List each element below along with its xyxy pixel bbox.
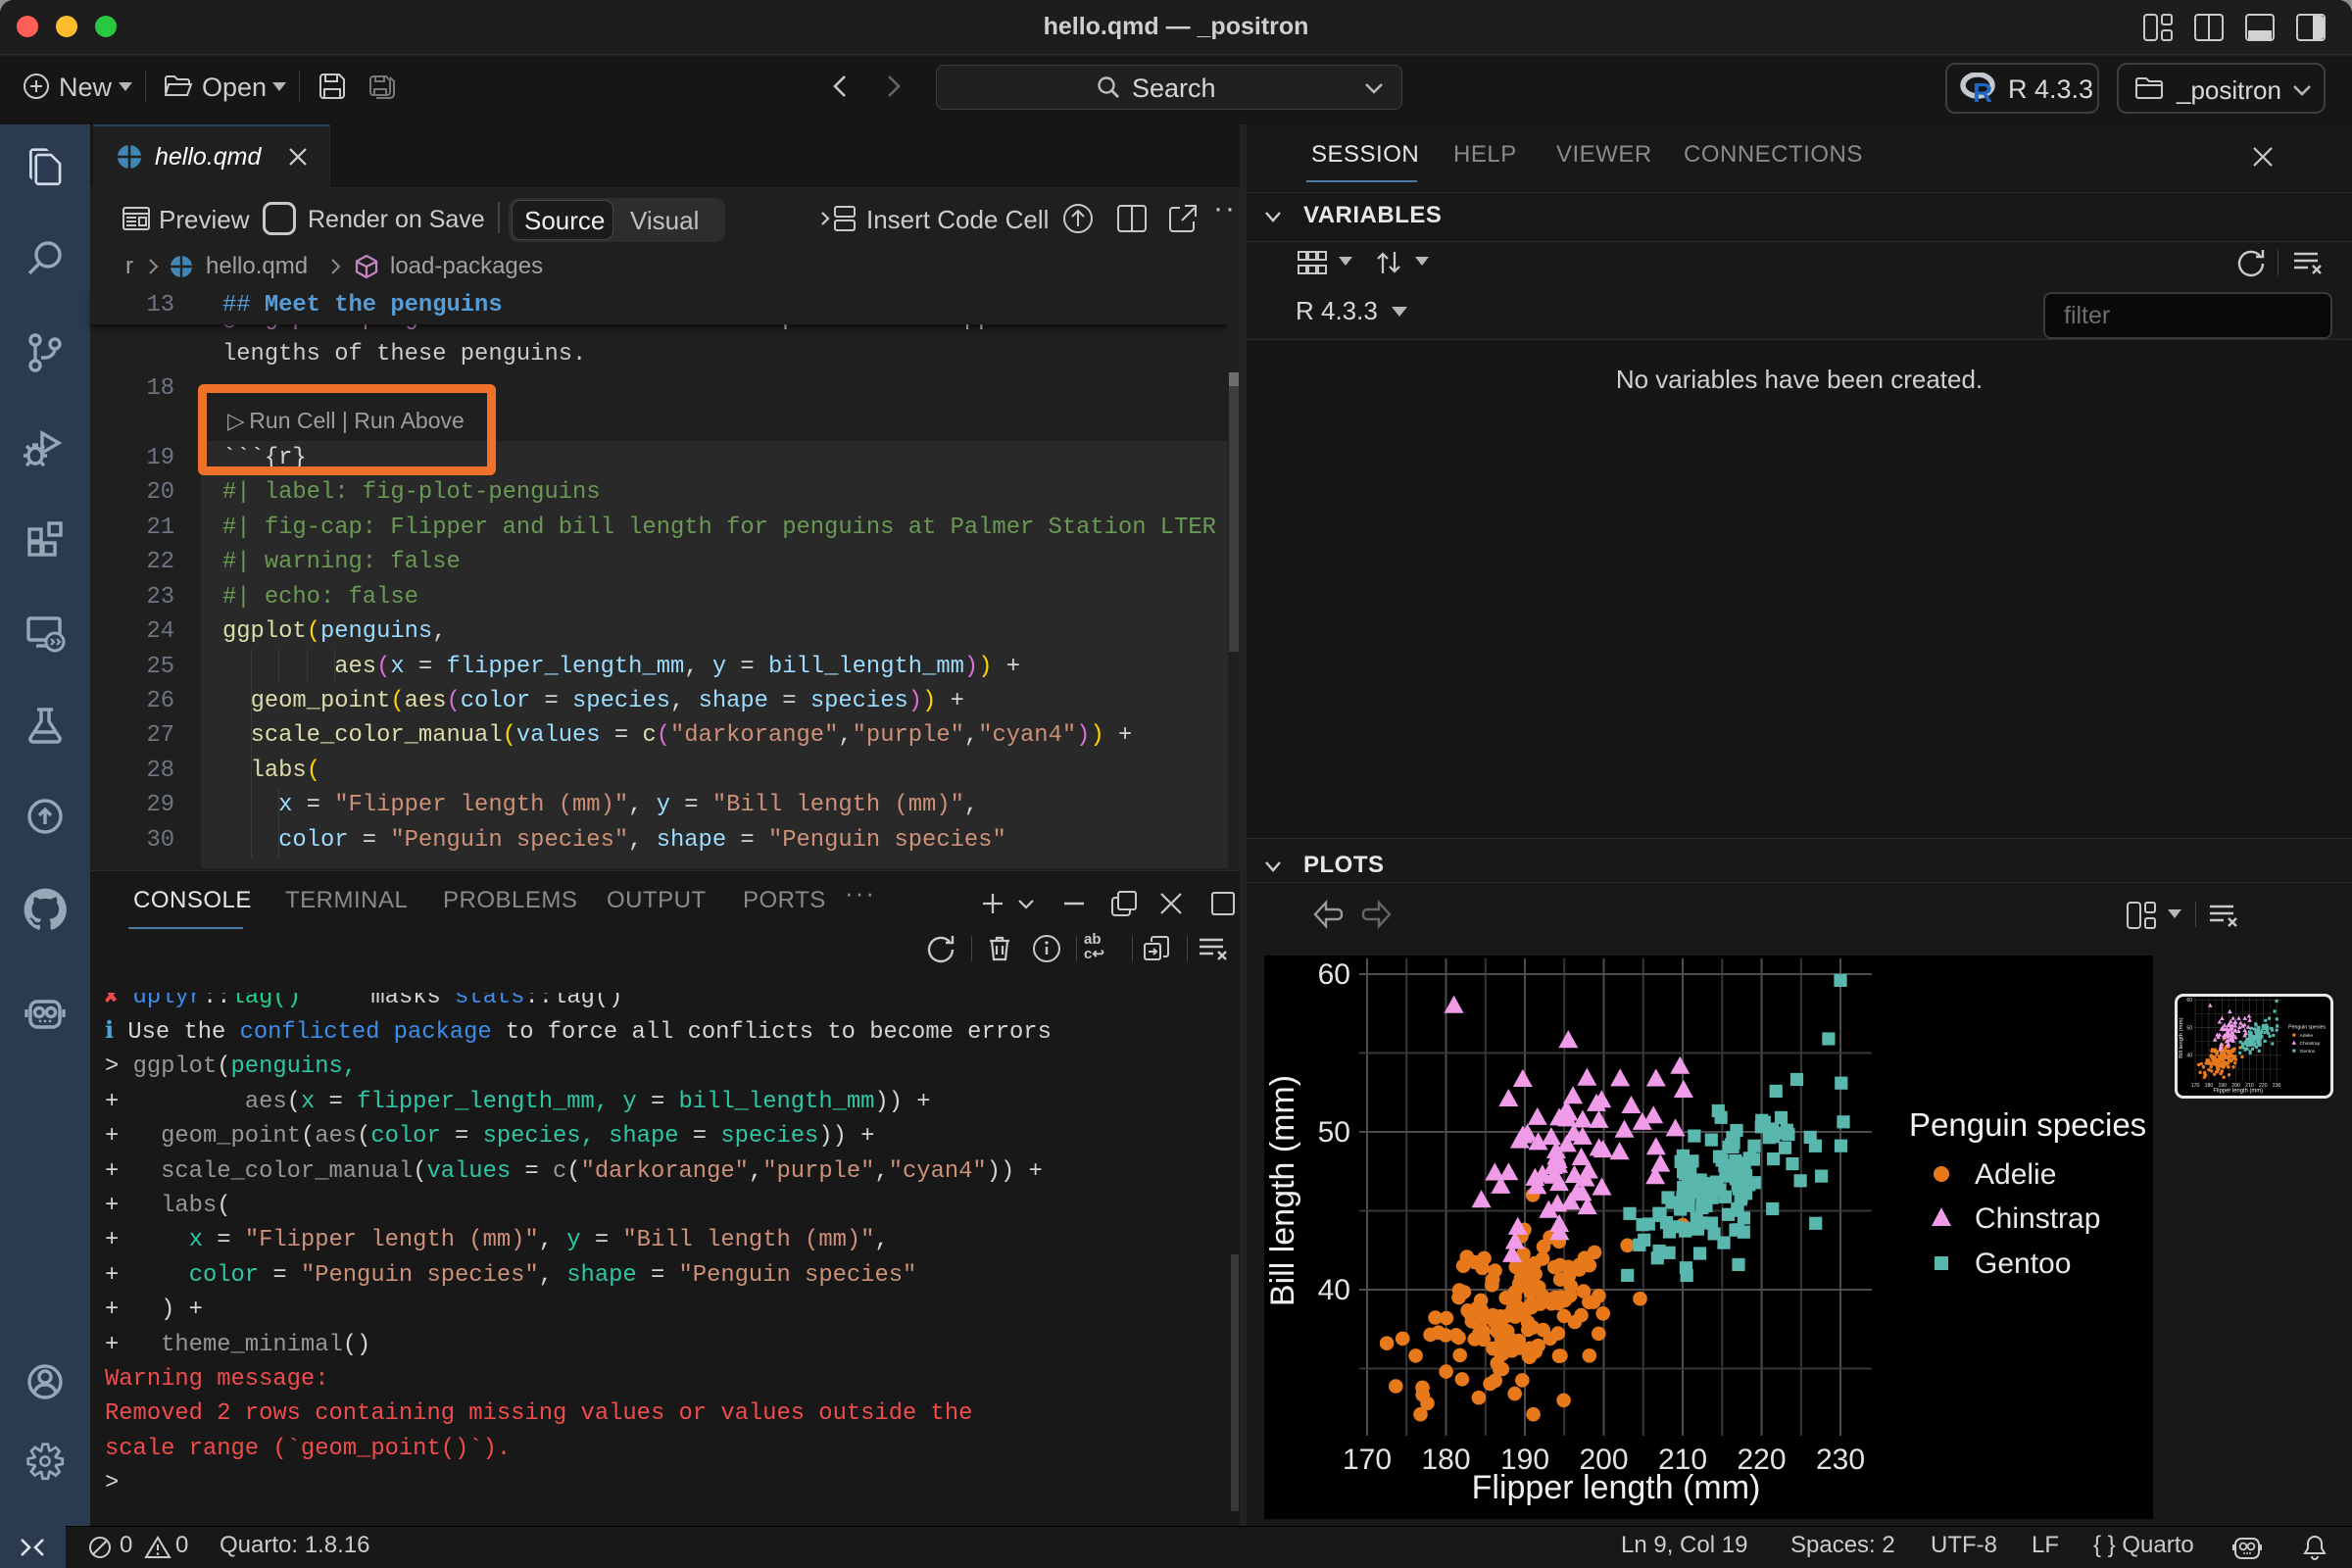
svg-text:170: 170 <box>2191 1083 2200 1089</box>
svg-text:40: 40 <box>1318 1274 1350 1306</box>
svg-text:230: 230 <box>2273 1083 2281 1089</box>
svg-text:Chinstrap: Chinstrap <box>2300 1041 2321 1047</box>
svg-text:Penguin species: Penguin species <box>1909 1106 2146 1143</box>
svg-text:40: 40 <box>2186 1054 2192 1059</box>
svg-text:180: 180 <box>2205 1083 2214 1089</box>
svg-text:170: 170 <box>1343 1444 1392 1476</box>
svg-text:60: 60 <box>1318 958 1350 991</box>
svg-text:Bill length (mm): Bill length (mm) <box>2179 1017 2184 1057</box>
svg-text:Flipper length (mm): Flipper length (mm) <box>2213 1088 2263 1094</box>
svg-text:Adelie: Adelie <box>2300 1033 2314 1039</box>
svg-text:Bill length (mm): Bill length (mm) <box>1264 1075 1301 1306</box>
svg-text:Gentoo: Gentoo <box>2300 1049 2316 1054</box>
svg-text:Flipper length (mm): Flipper length (mm) <box>1472 1469 1761 1506</box>
svg-text:50: 50 <box>1318 1116 1350 1149</box>
svg-text:Gentoo: Gentoo <box>1975 1248 2071 1280</box>
svg-text:180: 180 <box>1421 1444 1470 1476</box>
svg-text:R: R <box>1973 77 1992 104</box>
svg-text:Penguin species: Penguin species <box>2288 1024 2326 1030</box>
svg-text:60: 60 <box>2186 998 2192 1004</box>
svg-text:Adelie: Adelie <box>1975 1158 2056 1191</box>
svg-text:Chinstrap: Chinstrap <box>1975 1202 2100 1235</box>
svg-text:50: 50 <box>2186 1025 2192 1031</box>
svg-text:230: 230 <box>1816 1444 1865 1476</box>
